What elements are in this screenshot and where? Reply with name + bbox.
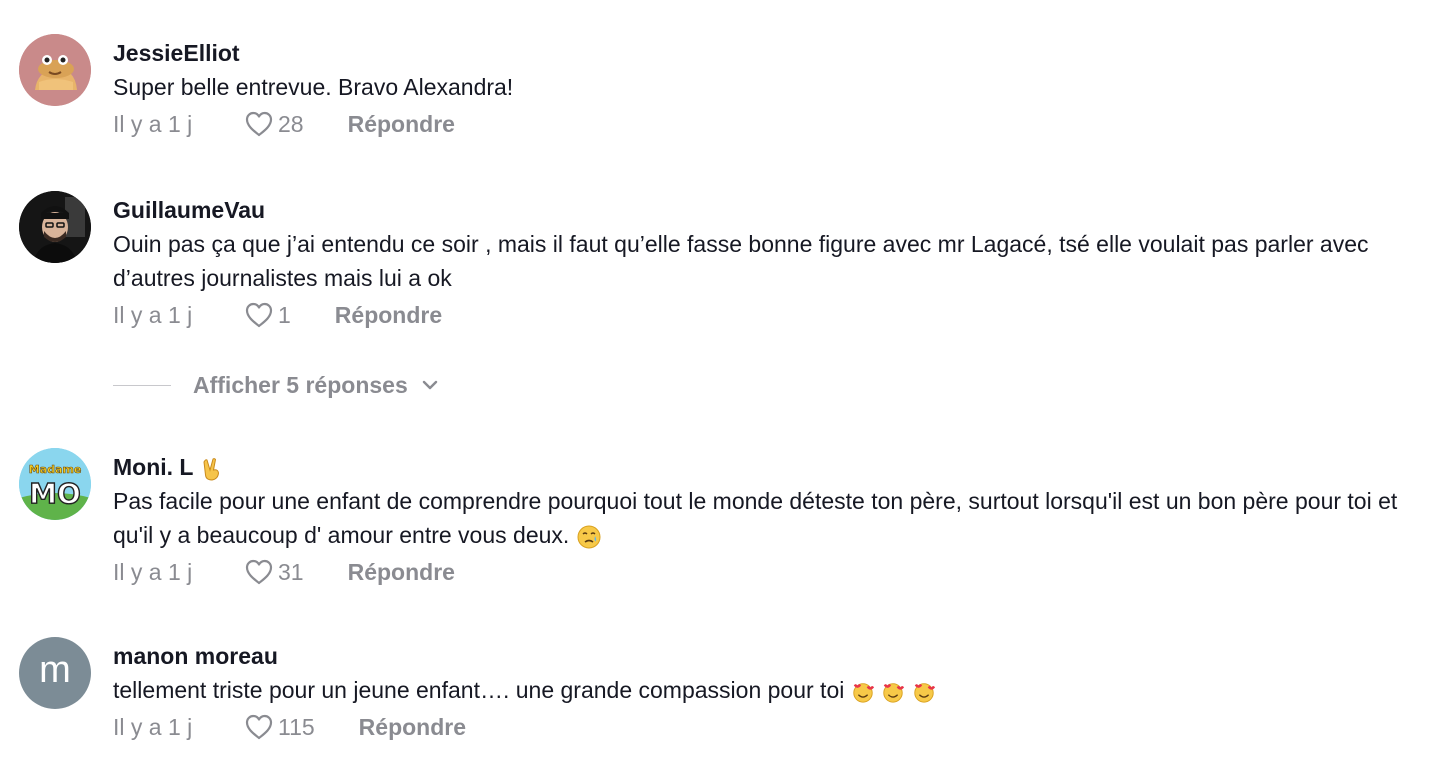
svg-text:MO: MO	[29, 477, 81, 510]
comment-timestamp: Il y a 1 j	[113, 558, 193, 585]
heart-icon	[245, 111, 273, 137]
comment-timestamp: Il y a 1 j	[113, 713, 193, 740]
heart-icon	[245, 714, 273, 740]
avatar[interactable]	[19, 34, 91, 106]
heart-icon	[245, 559, 273, 585]
smiling-face-with-hearts-icon	[853, 683, 874, 703]
comment-username[interactable]: manon moreau	[113, 641, 1426, 671]
comments-panel: JessieElliot Super belle entrevue. Bravo…	[0, 0, 1446, 782]
reply-button[interactable]: Répondre	[348, 559, 455, 586]
heart-icon	[245, 302, 273, 328]
comment-meta: Il y a 1 j 28 Répondre	[113, 108, 1426, 140]
smiling-hearts-emoji-group	[851, 677, 936, 703]
comment-timestamp: Il y a 1 j	[113, 110, 193, 137]
like-button[interactable]: 31	[244, 558, 304, 586]
reply-button[interactable]: Répondre	[359, 714, 466, 741]
chevron-down-icon	[422, 380, 437, 390]
comment-text: tellement triste pour un jeune enfant…. …	[113, 673, 1426, 707]
reply-button[interactable]: Répondre	[335, 302, 442, 329]
comment-text: Pas facile pour une enfant de comprendre…	[113, 488, 1398, 549]
comment-username[interactable]: Moni. L	[113, 452, 1426, 482]
like-button[interactable]: 1	[244, 301, 291, 329]
like-count: 1	[278, 301, 291, 328]
comment-username[interactable]: JessieElliot	[113, 38, 1426, 68]
man-with-cap-avatar-icon	[19, 191, 91, 263]
cartoon-burger-avatar-icon	[19, 34, 91, 106]
view-replies-label: Afficher 5 réponses	[193, 371, 408, 398]
divider-line	[113, 384, 171, 386]
comment-username[interactable]: GuillaumeVau	[113, 195, 1426, 225]
like-count: 31	[278, 558, 304, 585]
avatar-letter: m	[39, 649, 71, 691]
like-count: 28	[278, 110, 304, 137]
smiling-face-with-hearts-icon	[883, 683, 905, 703]
comment-meta: Il y a 1 j 115 Répondre	[113, 711, 1426, 743]
reply-button[interactable]: Répondre	[348, 111, 455, 138]
like-count: 115	[278, 713, 315, 740]
sad-tear-emoji-icon	[577, 525, 601, 549]
avatar[interactable]: m	[19, 637, 91, 709]
avatar[interactable]	[19, 191, 91, 263]
comment-meta: Il y a 1 j 31 Répondre	[113, 556, 1426, 588]
madame-mo-logo-avatar-icon: Madame MO	[19, 448, 91, 520]
comment-text: Ouin pas ça que j’ai entendu ce soir , m…	[113, 231, 1369, 291]
like-button[interactable]: 115	[244, 713, 315, 741]
smiling-face-with-hearts-icon	[913, 683, 935, 703]
like-button[interactable]: 28	[244, 110, 304, 138]
comment-meta: Il y a 1 j 1 Répondre	[113, 299, 1426, 331]
avatar[interactable]: Madame MO	[19, 448, 91, 520]
comment-text: Super belle entrevue. Bravo Alexandra!	[113, 74, 514, 100]
victory-hand-emoji-icon	[203, 458, 220, 481]
svg-text:Madame: Madame	[29, 463, 82, 476]
view-replies-button[interactable]: Afficher 5 réponses	[113, 367, 440, 403]
comment-timestamp: Il y a 1 j	[113, 301, 193, 328]
